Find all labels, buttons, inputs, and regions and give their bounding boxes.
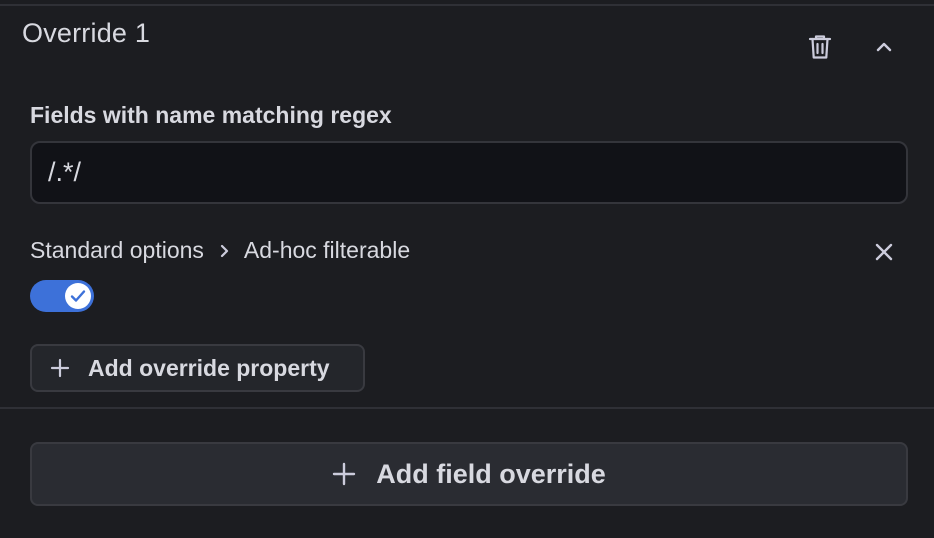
close-icon (875, 243, 893, 261)
delete-override-button[interactable] (802, 29, 838, 65)
check-icon (70, 290, 86, 302)
plus-icon (332, 462, 356, 486)
add-override-property-label: Add override property (88, 354, 330, 381)
override-title: Override 1 (22, 18, 151, 48)
chevron-right-icon (218, 243, 230, 259)
matcher-label: Fields with name matching regex (30, 102, 392, 128)
plus-icon (50, 358, 70, 378)
collapse-override-button[interactable] (866, 29, 902, 65)
chevron-up-icon (876, 42, 892, 52)
property-breadcrumb: Standard options Ad-hoc filterable (30, 237, 410, 264)
remove-property-button[interactable] (866, 234, 902, 270)
property-name: Ad-hoc filterable (243, 237, 411, 263)
property-category: Standard options (30, 237, 204, 263)
add-field-override-button[interactable]: Add field override (30, 442, 908, 506)
section-divider (0, 407, 934, 409)
ad-hoc-filterable-toggle[interactable] (30, 280, 94, 312)
toggle-knob (65, 283, 91, 309)
regex-input[interactable] (30, 141, 908, 204)
trash-icon (808, 35, 832, 59)
add-override-property-button[interactable]: Add override property (30, 344, 365, 392)
add-field-override-label: Add field override (376, 458, 606, 489)
top-divider (0, 4, 934, 6)
